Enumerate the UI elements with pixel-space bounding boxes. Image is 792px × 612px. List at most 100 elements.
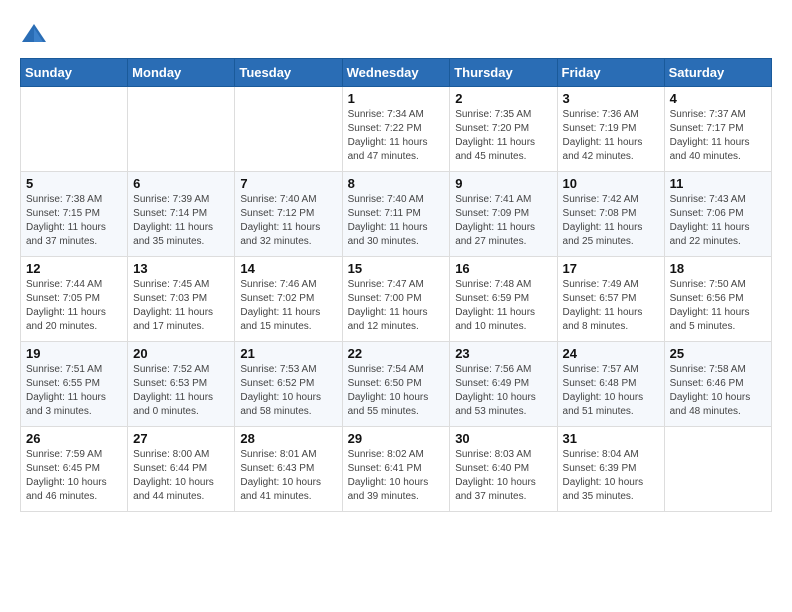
calendar-week-5: 26 Sunrise: 7:59 AM Sunset: 6:45 PM Dayli… bbox=[21, 427, 772, 512]
calendar-cell: 15 Sunrise: 7:47 AM Sunset: 7:00 PM Dayli… bbox=[342, 257, 450, 342]
day-info: Sunrise: 7:56 AM Sunset: 6:49 PM Dayligh… bbox=[455, 363, 551, 419]
calendar-week-3: 12Sunrise: 7:44 AM Sunset: 7:05 PM Dayli… bbox=[21, 257, 772, 342]
day-info: Sunrise: 7:54 AM Sunset: 6:50 PM Dayligh… bbox=[348, 363, 445, 419]
day-number: 3 bbox=[563, 91, 659, 106]
day-number: 28 bbox=[240, 431, 336, 446]
day-number: 7 bbox=[240, 176, 336, 191]
day-info: Sunrise: 7:59 AM Sunset: 6:45 PM Dayligh… bbox=[26, 448, 122, 504]
calendar-cell: 27 Sunrise: 8:00 AM Sunset: 6:44 PM Dayli… bbox=[128, 427, 235, 512]
calendar-cell: 11 Sunrise: 7:43 AM Sunset: 7:06 PM Dayli… bbox=[664, 172, 771, 257]
day-number: 22 bbox=[348, 346, 445, 361]
day-number: 24 bbox=[563, 346, 659, 361]
day-info: Sunrise: 7:51 AM Sunset: 6:55 PM Dayligh… bbox=[26, 363, 122, 419]
calendar-cell: 23Sunrise: 7:56 AM Sunset: 6:49 PM Dayli… bbox=[450, 342, 557, 427]
day-info: Sunrise: 7:46 AM Sunset: 7:02 PM Dayligh… bbox=[240, 278, 336, 334]
day-number: 29 bbox=[348, 431, 445, 446]
day-number: 14 bbox=[240, 261, 336, 276]
day-info: Sunrise: 8:00 AM Sunset: 6:44 PM Dayligh… bbox=[133, 448, 229, 504]
calendar-cell: 24 Sunrise: 7:57 AM Sunset: 6:48 PM Dayli… bbox=[557, 342, 664, 427]
day-number: 21 bbox=[240, 346, 336, 361]
calendar-cell: 4Sunrise: 7:37 AM Sunset: 7:17 PM Daylig… bbox=[664, 87, 771, 172]
day-number: 11 bbox=[670, 176, 766, 191]
calendar-cell: 17 Sunrise: 7:49 AM Sunset: 6:57 PM Dayli… bbox=[557, 257, 664, 342]
day-info: Sunrise: 7:49 AM Sunset: 6:57 PM Dayligh… bbox=[563, 278, 659, 334]
day-number: 5 bbox=[26, 176, 122, 191]
logo-icon bbox=[20, 20, 48, 48]
day-info: Sunrise: 7:39 AM Sunset: 7:14 PM Dayligh… bbox=[133, 193, 229, 249]
weekday-header-friday: Friday bbox=[557, 59, 664, 87]
day-number: 17 bbox=[563, 261, 659, 276]
calendar-cell bbox=[235, 87, 342, 172]
day-number: 16 bbox=[455, 261, 551, 276]
day-info: Sunrise: 7:42 AM Sunset: 7:08 PM Dayligh… bbox=[563, 193, 659, 249]
calendar-cell: 29Sunrise: 8:02 AM Sunset: 6:41 PM Dayli… bbox=[342, 427, 450, 512]
day-info: Sunrise: 7:36 AM Sunset: 7:19 PM Dayligh… bbox=[563, 108, 659, 164]
calendar-table: SundayMondayTuesdayWednesdayThursdayFrid… bbox=[20, 58, 772, 512]
day-info: Sunrise: 7:40 AM Sunset: 7:11 PM Dayligh… bbox=[348, 193, 445, 249]
day-info: Sunrise: 7:57 AM Sunset: 6:48 PM Dayligh… bbox=[563, 363, 659, 419]
day-info: Sunrise: 7:45 AM Sunset: 7:03 PM Dayligh… bbox=[133, 278, 229, 334]
day-info: Sunrise: 8:01 AM Sunset: 6:43 PM Dayligh… bbox=[240, 448, 336, 504]
calendar-cell: 7Sunrise: 7:40 AM Sunset: 7:12 PM Daylig… bbox=[235, 172, 342, 257]
calendar-header-row: SundayMondayTuesdayWednesdayThursdayFrid… bbox=[21, 59, 772, 87]
day-number: 25 bbox=[670, 346, 766, 361]
day-info: Sunrise: 7:52 AM Sunset: 6:53 PM Dayligh… bbox=[133, 363, 229, 419]
calendar-cell bbox=[128, 87, 235, 172]
calendar-cell bbox=[21, 87, 128, 172]
day-info: Sunrise: 7:53 AM Sunset: 6:52 PM Dayligh… bbox=[240, 363, 336, 419]
calendar-cell: 14 Sunrise: 7:46 AM Sunset: 7:02 PM Dayli… bbox=[235, 257, 342, 342]
calendar-cell: 2 Sunrise: 7:35 AM Sunset: 7:20 PM Daylig… bbox=[450, 87, 557, 172]
calendar-cell: 26 Sunrise: 7:59 AM Sunset: 6:45 PM Dayli… bbox=[21, 427, 128, 512]
day-number: 27 bbox=[133, 431, 229, 446]
calendar-cell: 13 Sunrise: 7:45 AM Sunset: 7:03 PM Dayli… bbox=[128, 257, 235, 342]
calendar-cell: 22 Sunrise: 7:54 AM Sunset: 6:50 PM Dayli… bbox=[342, 342, 450, 427]
day-number: 1 bbox=[348, 91, 445, 106]
calendar-cell: 1Sunrise: 7:34 AM Sunset: 7:22 PM Daylig… bbox=[342, 87, 450, 172]
day-info: Sunrise: 7:48 AM Sunset: 6:59 PM Dayligh… bbox=[455, 278, 551, 334]
calendar-week-4: 19 Sunrise: 7:51 AM Sunset: 6:55 PM Dayli… bbox=[21, 342, 772, 427]
calendar-cell: 12Sunrise: 7:44 AM Sunset: 7:05 PM Dayli… bbox=[21, 257, 128, 342]
calendar-cell: 5 Sunrise: 7:38 AM Sunset: 7:15 PM Daylig… bbox=[21, 172, 128, 257]
day-number: 2 bbox=[455, 91, 551, 106]
calendar-week-1: 1Sunrise: 7:34 AM Sunset: 7:22 PM Daylig… bbox=[21, 87, 772, 172]
day-number: 31 bbox=[563, 431, 659, 446]
weekday-header-monday: Monday bbox=[128, 59, 235, 87]
calendar-cell: 8 Sunrise: 7:40 AM Sunset: 7:11 PM Daylig… bbox=[342, 172, 450, 257]
day-number: 12 bbox=[26, 261, 122, 276]
day-info: Sunrise: 7:35 AM Sunset: 7:20 PM Dayligh… bbox=[455, 108, 551, 164]
day-info: Sunrise: 8:04 AM Sunset: 6:39 PM Dayligh… bbox=[563, 448, 659, 504]
weekday-header-sunday: Sunday bbox=[21, 59, 128, 87]
day-number: 9 bbox=[455, 176, 551, 191]
weekday-header-tuesday: Tuesday bbox=[235, 59, 342, 87]
day-info: Sunrise: 7:43 AM Sunset: 7:06 PM Dayligh… bbox=[670, 193, 766, 249]
calendar-week-2: 5 Sunrise: 7:38 AM Sunset: 7:15 PM Daylig… bbox=[21, 172, 772, 257]
day-number: 19 bbox=[26, 346, 122, 361]
day-info: Sunrise: 7:58 AM Sunset: 6:46 PM Dayligh… bbox=[670, 363, 766, 419]
calendar-cell: 9Sunrise: 7:41 AM Sunset: 7:09 PM Daylig… bbox=[450, 172, 557, 257]
calendar-cell: 30Sunrise: 8:03 AM Sunset: 6:40 PM Dayli… bbox=[450, 427, 557, 512]
weekday-header-wednesday: Wednesday bbox=[342, 59, 450, 87]
day-info: Sunrise: 7:47 AM Sunset: 7:00 PM Dayligh… bbox=[348, 278, 445, 334]
page-header bbox=[20, 20, 772, 48]
day-number: 18 bbox=[670, 261, 766, 276]
calendar-cell: 6 Sunrise: 7:39 AM Sunset: 7:14 PM Daylig… bbox=[128, 172, 235, 257]
weekday-header-thursday: Thursday bbox=[450, 59, 557, 87]
calendar-cell: 28 Sunrise: 8:01 AM Sunset: 6:43 PM Dayli… bbox=[235, 427, 342, 512]
day-number: 4 bbox=[670, 91, 766, 106]
day-info: Sunrise: 7:38 AM Sunset: 7:15 PM Dayligh… bbox=[26, 193, 122, 249]
day-number: 8 bbox=[348, 176, 445, 191]
calendar-cell: 10 Sunrise: 7:42 AM Sunset: 7:08 PM Dayli… bbox=[557, 172, 664, 257]
calendar-cell: 31 Sunrise: 8:04 AM Sunset: 6:39 PM Dayli… bbox=[557, 427, 664, 512]
calendar-cell: 21 Sunrise: 7:53 AM Sunset: 6:52 PM Dayli… bbox=[235, 342, 342, 427]
calendar-cell: 25 Sunrise: 7:58 AM Sunset: 6:46 PM Dayli… bbox=[664, 342, 771, 427]
day-info: Sunrise: 7:50 AM Sunset: 6:56 PM Dayligh… bbox=[670, 278, 766, 334]
day-number: 13 bbox=[133, 261, 229, 276]
day-number: 26 bbox=[26, 431, 122, 446]
day-number: 15 bbox=[348, 261, 445, 276]
calendar-cell: 20Sunrise: 7:52 AM Sunset: 6:53 PM Dayli… bbox=[128, 342, 235, 427]
day-number: 6 bbox=[133, 176, 229, 191]
day-number: 10 bbox=[563, 176, 659, 191]
calendar-cell: 19 Sunrise: 7:51 AM Sunset: 6:55 PM Dayli… bbox=[21, 342, 128, 427]
calendar-cell: 16 Sunrise: 7:48 AM Sunset: 6:59 PM Dayli… bbox=[450, 257, 557, 342]
calendar-cell: 18 Sunrise: 7:50 AM Sunset: 6:56 PM Dayli… bbox=[664, 257, 771, 342]
